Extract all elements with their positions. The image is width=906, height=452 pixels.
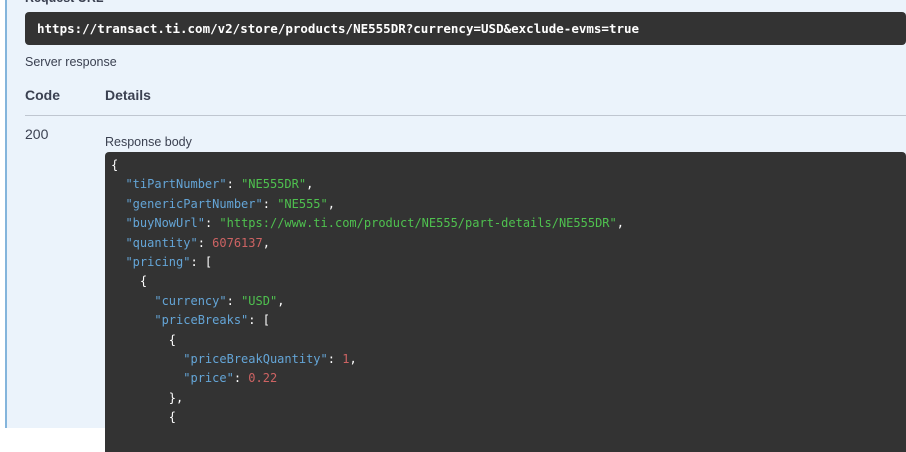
response-body-code: { "tiPartNumber": "NE555DR", "genericPar… [105, 152, 906, 452]
code-line: { [111, 332, 177, 347]
request-url-value: https://transact.ti.com/v2/store/product… [37, 21, 640, 36]
code-line: "pricing": [ [125, 255, 213, 270]
code-line: { [111, 274, 148, 289]
details-column-header: Details [105, 87, 151, 103]
code-line: }, [111, 390, 184, 405]
code-line: "price": 0.22 [183, 371, 278, 386]
response-body-label: Response body [105, 135, 192, 149]
response-status-code: 200 [25, 126, 49, 142]
code-line: { [111, 158, 119, 172]
code-line: "tiPartNumber": "NE555DR", [125, 177, 314, 192]
request-url-box: https://transact.ti.com/v2/store/product… [25, 12, 906, 45]
server-response-heading: Server response [25, 55, 117, 69]
request-url-heading: Request URL [25, 0, 103, 5]
code-line: { [111, 410, 177, 425]
code-line: "priceBreaks": [ [154, 313, 270, 328]
table-header-divider [25, 115, 906, 116]
code-column-header: Code [25, 87, 60, 103]
code-line: "quantity": 6076137, [125, 235, 270, 250]
swagger-operation-panel: Request URL https://transact.ti.com/v2/s… [5, 0, 906, 452]
code-line: "genericPartNumber": "NE555", [125, 196, 335, 211]
code-line: "buyNowUrl": "https://www.ti.com/product… [125, 216, 624, 231]
code-line: "currency": "USD", [154, 293, 285, 308]
code-line: "priceBreakQuantity": 1, [183, 352, 357, 367]
